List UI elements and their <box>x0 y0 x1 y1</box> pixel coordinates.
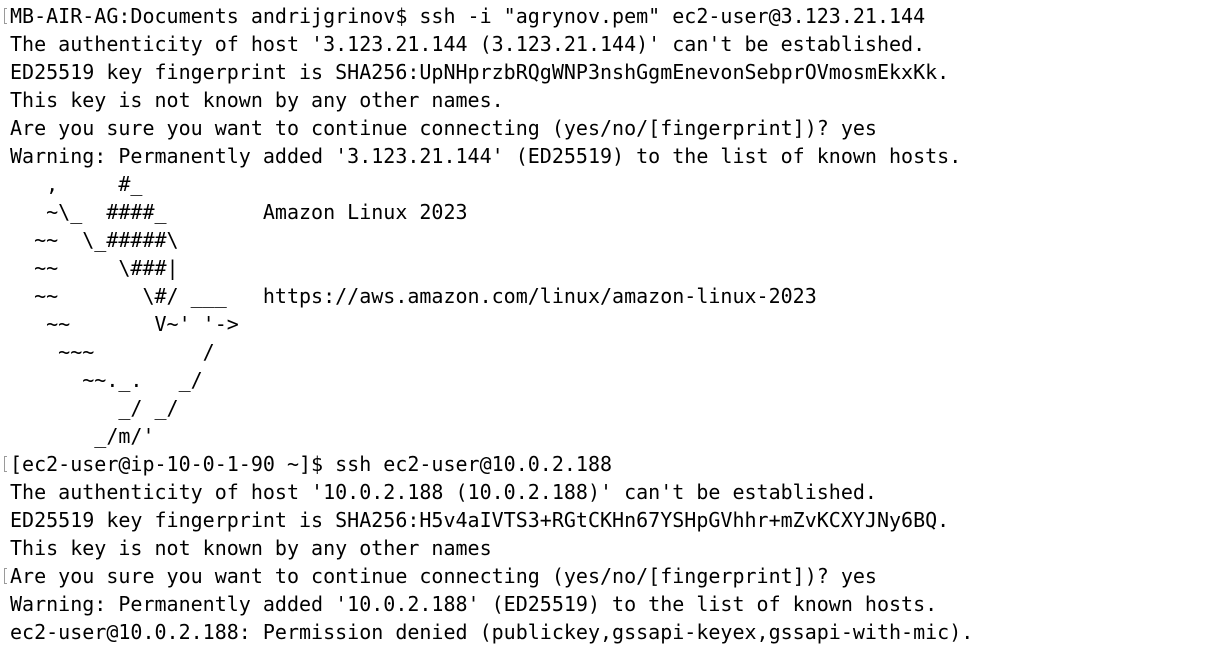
ascii-logo-line: ~~~ / <box>10 340 215 364</box>
command-mark-icon <box>4 456 7 472</box>
ascii-logo-line: ~\_ ####_ Amazon Linux 2023 <box>10 200 468 224</box>
terminal-line: [ec2-user@ip-10-0-1-90 ~]$ ssh ec2-user@… <box>10 452 613 476</box>
terminal-line: MB-AIR-AG:Documents andrijgrinov$ ssh -i… <box>10 4 926 28</box>
ascii-logo-line: ~~ \#/ ___ https://aws.amazon.com/linux/… <box>10 284 817 308</box>
command-mark-icon <box>4 8 7 24</box>
ascii-logo-line: , #_ <box>10 172 143 196</box>
terminal-line: Are you sure you want to continue connec… <box>10 116 877 140</box>
terminal-line: Warning: Permanently added '10.0.2.188' … <box>10 592 938 616</box>
ascii-logo-line: _/ _/ <box>10 396 179 420</box>
terminal-line: This key is not known by any other names… <box>10 88 504 112</box>
terminal-window[interactable]: MB-AIR-AG:Documents andrijgrinov$ ssh -i… <box>0 0 1210 650</box>
terminal-line: ec2-user@10.0.2.188: Permission denied (… <box>10 620 974 644</box>
ascii-logo-line: ~~ \###| <box>10 256 179 280</box>
terminal-line: The authenticity of host '3.123.21.144 (… <box>10 32 926 56</box>
terminal-line: Are you sure you want to continue connec… <box>10 564 877 588</box>
terminal-line: ED25519 key fingerprint is SHA256:H5v4aI… <box>10 508 950 532</box>
terminal-line: The authenticity of host '10.0.2.188 (10… <box>10 480 877 504</box>
ascii-logo-line: ~~ V~' '-> <box>10 312 239 336</box>
terminal-line: ED25519 key fingerprint is SHA256:UpNHpr… <box>10 60 950 84</box>
ascii-logo-line: ~~._. _/ <box>10 368 203 392</box>
ascii-logo-line: ~~ \_#####\ <box>10 228 179 252</box>
ascii-logo-line: _/m/' <box>10 424 155 448</box>
terminal-line: This key is not known by any other names <box>10 536 492 560</box>
terminal-line: Warning: Permanently added '3.123.21.144… <box>10 144 962 168</box>
command-mark-icon <box>4 568 7 584</box>
